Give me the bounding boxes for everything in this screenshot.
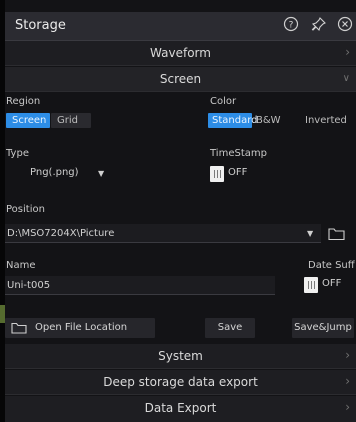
chevron-right-icon: › [345, 400, 350, 414]
date-suffix-label: Date Suff [308, 260, 355, 271]
position-field[interactable]: D:\MSO7204X\Picture ▼ [5, 224, 321, 243]
section-waveform[interactable]: Waveform › [5, 41, 356, 66]
name-field[interactable]: Uni-t005 [5, 276, 275, 295]
help-icon[interactable]: ? [281, 16, 301, 36]
section-screen-label: Screen [159, 72, 202, 86]
chevron-right-icon: › [345, 374, 350, 388]
position-label: Position [6, 204, 45, 215]
toggle-knob [210, 166, 224, 182]
section-data-export-label: Data Export [144, 401, 217, 415]
name-value: Uni-t005 [7, 280, 51, 291]
chevron-right-icon: › [345, 45, 350, 59]
title-bar: Storage ? [5, 12, 356, 41]
window-title: Storage [15, 18, 66, 33]
close-icon[interactable] [335, 16, 355, 36]
save-jump-button[interactable]: Save&Jump [292, 318, 354, 338]
section-system[interactable]: System › [5, 344, 356, 369]
color-inverted-option[interactable]: Inverted [302, 113, 347, 128]
color-bw-option[interactable]: B&W [253, 113, 285, 128]
save-button[interactable]: Save [205, 318, 255, 338]
region-grid-option[interactable]: Grid [51, 113, 91, 128]
caret-down-icon[interactable]: ▼ [307, 224, 313, 243]
date-suffix-toggle[interactable]: OFF [304, 277, 354, 293]
type-dropdown-value: Png(.png) [30, 167, 79, 178]
type-label: Type [6, 148, 29, 159]
section-deep-storage-export-label: Deep storage data export [103, 375, 258, 389]
color-standard-option[interactable]: Standard [208, 113, 258, 128]
open-file-location-button[interactable]: Open File Location [5, 318, 155, 338]
section-deep-storage-export[interactable]: Deep storage data export › [5, 370, 356, 395]
save-button-label: Save [217, 322, 243, 333]
open-file-location-label: Open File Location [35, 322, 128, 333]
section-system-label: System [158, 349, 203, 363]
color-label: Color [210, 96, 237, 107]
timestamp-label: TimeStamp [210, 148, 267, 159]
section-data-export[interactable]: Data Export › [5, 396, 356, 422]
timestamp-toggle-value: OFF [228, 167, 248, 178]
chevron-right-icon: › [345, 348, 350, 362]
toggle-knob [304, 277, 318, 293]
chevron-down-icon: ∨ [342, 73, 350, 84]
folder-icon[interactable] [328, 227, 346, 244]
region-label: Region [6, 96, 41, 107]
svg-text:?: ? [289, 21, 294, 31]
pin-icon[interactable] [309, 16, 329, 36]
date-suffix-toggle-value: OFF [322, 278, 342, 289]
timestamp-toggle[interactable]: OFF [210, 166, 270, 182]
type-dropdown[interactable]: Png(.png) ▼ [30, 164, 110, 182]
save-jump-button-label: Save&Jump [294, 322, 352, 333]
section-waveform-label: Waveform [150, 46, 211, 60]
name-label: Name [6, 260, 36, 271]
region-screen-option[interactable]: Screen [6, 113, 50, 128]
caret-down-icon: ▼ [98, 169, 105, 178]
position-value: D:\MSO7204X\Picture [7, 228, 115, 239]
folder-icon [11, 322, 27, 342]
section-screen[interactable]: Screen ∨ [5, 67, 356, 92]
